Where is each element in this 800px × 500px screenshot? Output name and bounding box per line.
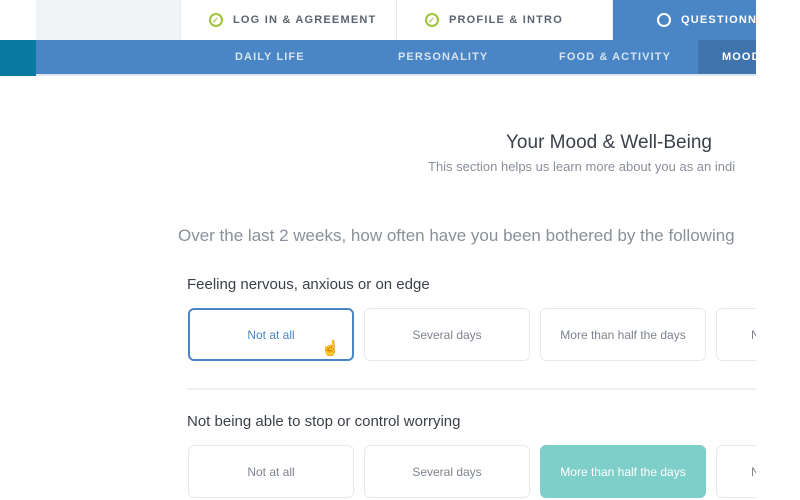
q2-option-more-than-half[interactable]: More than half the days [540, 445, 706, 498]
q1-option-more-than-half[interactable]: More than half the days [540, 308, 706, 361]
section-subtitle: This section helps us learn more about y… [428, 159, 736, 174]
section-title: Your Mood & Well-Being [506, 132, 712, 153]
step-label: QUESTIONN [681, 14, 756, 26]
tab-personality[interactable]: PERSONALITY [398, 40, 488, 74]
circle-icon [657, 13, 671, 27]
q2-option-not-at-all[interactable]: Not at all [188, 445, 354, 498]
question-1-label: Feeling nervous, anxious or on edge [187, 276, 430, 293]
tab-mood[interactable]: MOOD [698, 40, 756, 74]
divider [187, 388, 756, 390]
step-label: LOG IN & AGREEMENT [233, 14, 377, 26]
q2-option-several-days[interactable]: Several days [364, 445, 530, 498]
question-prompt: Over the last 2 weeks, how often have yo… [178, 226, 735, 245]
progress-steps: ✓ LOG IN & AGREEMENT ✓ PROFILE & INTRO QUE… [36, 0, 756, 40]
hand-cursor-icon: ☝ [321, 340, 340, 357]
tab-food-activity[interactable]: FOOD & ACTIVITY [559, 40, 671, 74]
step-questionnaire[interactable]: QUESTIONN [612, 0, 756, 40]
q1-option-4[interactable]: N [716, 308, 756, 361]
step-label: PROFILE & INTRO [449, 14, 563, 26]
step-profile-intro[interactable]: ✓ PROFILE & INTRO [396, 0, 612, 40]
step-login-agreement[interactable]: ✓ LOG IN & AGREEMENT [180, 0, 396, 40]
section-tabs: DAILY LIFE PERSONALITY FOOD & ACTIVITY M… [0, 40, 756, 76]
q2-option-4[interactable]: N [716, 445, 756, 498]
q1-option-several-days[interactable]: Several days [364, 308, 530, 361]
check-circle-icon: ✓ [209, 13, 223, 27]
tab-daily-life[interactable]: DAILY LIFE [235, 40, 305, 74]
question-2-label: Not being able to stop or control worryi… [187, 413, 461, 430]
check-circle-icon: ✓ [425, 13, 439, 27]
subnav-accent [0, 40, 36, 76]
